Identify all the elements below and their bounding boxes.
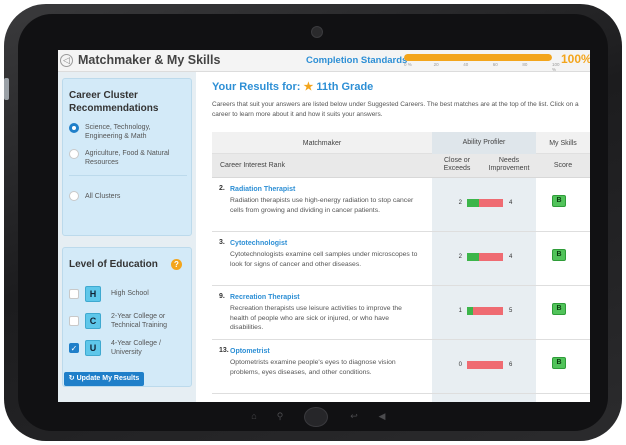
level-badge-h: H	[85, 286, 101, 302]
ability-bar-red	[467, 361, 503, 369]
ability-bar-red	[479, 253, 503, 261]
header-ability-profiler: Ability Profiler	[432, 132, 536, 154]
search-icon[interactable]: ⚲	[274, 411, 286, 421]
header-matchmaker: Matchmaker	[302, 140, 342, 147]
level-label-2-year-college[interactable]: 2-Year College or Technical Training	[111, 312, 167, 330]
header-career-interest-rank: Career Interest Rank	[220, 162, 285, 169]
intro-text: Careers that suit your answers are liste…	[212, 101, 579, 118]
info-icon[interactable]: ?	[171, 259, 182, 270]
app-title: Matchmaker & My Skills	[78, 53, 221, 67]
home-button[interactable]	[304, 407, 328, 427]
level-label-high-school[interactable]: High School	[111, 289, 149, 298]
cluster-option-agriculture[interactable]: Agriculture, Food & Natural Resources	[85, 149, 169, 167]
completion-tick-label: 80	[522, 62, 528, 67]
app-screen: ◁ Matchmaker & My Skills Completion Stan…	[58, 50, 590, 402]
update-my-results-button[interactable]: ↻ Update My Results	[64, 372, 144, 386]
ability-bar	[467, 361, 503, 369]
radio-agriculture[interactable]	[69, 149, 79, 159]
career-rank: 13.	[219, 347, 229, 354]
main-content: Your Results for: ★ 11th Grade Careers t…	[196, 72, 590, 402]
table-subheader-row: Career Interest Rank Close or Exceeds Nee…	[212, 154, 590, 178]
level-badge-c: C	[85, 313, 101, 329]
career-rank: 3.	[219, 239, 225, 246]
close-or-exceeds-count: 0	[458, 362, 462, 368]
needs-improvement-count: 4	[509, 254, 513, 260]
top-bar: ◁ Matchmaker & My Skills Completion Stan…	[58, 50, 590, 72]
score-badge[interactable]: B	[552, 249, 566, 261]
needs-improvement-count: 5	[509, 308, 513, 314]
radio-all-clusters[interactable]	[69, 191, 79, 201]
career-description: Cytotechnologists examine cell samples u…	[230, 251, 418, 268]
career-row[interactable]: 9. Recreation Therapist Recreation therapi…	[212, 286, 590, 340]
needs-improvement-count: 4	[509, 200, 513, 206]
career-description: Radiation therapists use high-energy rad…	[230, 197, 414, 214]
cluster-option-all[interactable]: All Clusters	[85, 192, 120, 201]
header-score: Score	[553, 162, 573, 169]
level-label-4-year-college[interactable]: 4-Year College / University	[111, 339, 161, 357]
completion-progress-fill	[404, 54, 552, 61]
career-row[interactable]: 13. Optometrist Optometrists examine peopl…	[212, 340, 590, 394]
side-button	[4, 78, 9, 100]
completion-progress-bar	[404, 54, 552, 61]
completion-tick-label: 100 %	[552, 62, 560, 72]
refresh-icon: ↻	[68, 375, 77, 382]
results-title: Your Results for: ★ 11th Grade	[212, 81, 374, 93]
close-or-exceeds-count: 1	[458, 308, 462, 314]
camera-icon	[311, 26, 323, 38]
ability-bar	[467, 307, 503, 315]
divider	[69, 175, 187, 176]
completion-tick-label: 0 %	[404, 62, 412, 67]
score-badge[interactable]: B	[552, 357, 566, 369]
tablet-nav-bar: ⌂ ⚲ ↩ ◀	[226, 407, 406, 427]
score-badge[interactable]: B	[552, 195, 566, 207]
close-or-exceeds-count: 2	[458, 200, 462, 206]
sidebar: Career Cluster Recommendations Science, …	[58, 72, 196, 402]
close-or-exceeds-count: 2	[458, 254, 462, 260]
career-name-link[interactable]: Recreation Therapist	[230, 294, 300, 301]
home-icon[interactable]: ⌂	[248, 411, 260, 421]
ability-bar-green	[467, 253, 479, 261]
ability-bar-green	[467, 199, 479, 207]
ability-bar	[467, 199, 503, 207]
completion-tick-label: 20	[433, 62, 439, 67]
level-badge-u: U	[85, 340, 101, 356]
career-name-link[interactable]: Cytotechnologist	[230, 240, 287, 247]
career-cluster-title: Career Cluster Recommendations	[69, 90, 159, 114]
table-header-row: Matchmaker Ability Profiler My Skills	[212, 132, 590, 154]
ability-bar	[467, 253, 503, 261]
career-description: Optometrists examine people's eyes to di…	[230, 359, 396, 376]
career-row[interactable]: 2. Radiation Therapist Radiation therapist…	[212, 178, 590, 232]
completion-tick-label: 60	[492, 62, 498, 67]
header-needs-improvement: Needs Improvement	[488, 157, 530, 172]
career-name-link[interactable]: Radiation Therapist	[230, 186, 295, 193]
ability-bar-red	[473, 307, 503, 315]
career-rank: 9.	[219, 293, 225, 300]
career-cluster-panel: Career Cluster Recommendations Science, …	[62, 78, 192, 236]
needs-improvement-count: 6	[509, 362, 513, 368]
ability-bar-red	[479, 199, 503, 207]
star-icon: ★	[303, 81, 314, 93]
career-rank: 2.	[219, 185, 225, 192]
back-icon[interactable]: ◁	[60, 54, 73, 67]
radio-stem[interactable]	[69, 123, 79, 133]
checkbox-high-school[interactable]	[69, 289, 79, 299]
career-description: Recreation therapists use leisure activi…	[230, 305, 402, 331]
checkbox-4-year-college[interactable]: ✓	[69, 343, 79, 353]
back-arrow-icon[interactable]: ↩	[348, 411, 360, 421]
header-close-or-exceeds: Close or Exceeds	[443, 157, 471, 172]
career-name-link[interactable]: Optometrist	[230, 348, 270, 355]
level-of-education-title: Level of Education	[69, 259, 158, 270]
level-of-education-panel: Level of Education ? H High School C 2-Y…	[62, 247, 192, 387]
completion-standards-label: Completion Standards	[306, 55, 408, 66]
completion-percent: 100%	[561, 52, 590, 66]
checkbox-2-year-college[interactable]	[69, 316, 79, 326]
score-badge[interactable]: B	[552, 303, 566, 315]
career-row[interactable]: 3. Cytotechnologist Cytotechnologists exam…	[212, 232, 590, 286]
header-my-skills: My Skills	[549, 140, 577, 147]
cluster-option-stem[interactable]: Science, Technology, Engineering & Math	[85, 123, 151, 141]
completion-tick-label: 40	[463, 62, 469, 67]
volume-icon[interactable]: ◀	[376, 411, 388, 421]
